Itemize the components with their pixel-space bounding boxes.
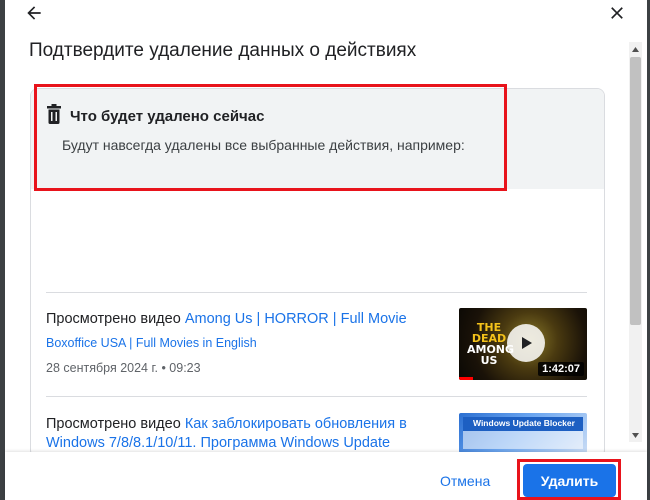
watch-progress-bar (459, 377, 473, 380)
delete-button[interactable]: Удалить (523, 464, 616, 497)
summary-description: Будут навсегда удалены все выбранные дей… (62, 137, 465, 153)
list-divider (46, 396, 587, 397)
close-icon (611, 7, 623, 19)
scroll-up-button[interactable] (629, 42, 642, 56)
activity-item-2-thumbnail[interactable]: Windows Update Blocker (459, 413, 587, 453)
activity-item-2-video-link[interactable]: Как заблокировать обновления в (185, 416, 407, 432)
thumbnail-1-text-4: US (480, 354, 498, 367)
arrow-back-icon (27, 6, 41, 20)
play-icon (522, 337, 532, 349)
play-button[interactable] (507, 324, 545, 362)
activity-item-2-prefix: Просмотрено видео (46, 416, 185, 432)
activity-item-1-channel-link[interactable]: Boxoffice USA | Full Movies in English (46, 336, 257, 350)
scrollbar-thumb[interactable] (630, 57, 641, 325)
activity-item-2-line: Просмотрено видео Как заблокировать обно… (46, 416, 407, 432)
dialog-title: Подтвердите удаление данных о действиях (29, 40, 417, 61)
video-duration: 1:42:07 (538, 362, 584, 376)
trash-icon (47, 104, 61, 124)
scroll-up-arrow-icon (632, 46, 639, 52)
activity-item-1-video-link[interactable]: Among Us | HORROR | Full Movie (185, 311, 407, 327)
activity-item-1-date: 28 сентября 2024 г. • 09:23 (46, 361, 201, 375)
activity-item-1-thumbnail[interactable]: THE DEAD AMONG US 1:42:07 (459, 308, 587, 380)
scroll-down-arrow-icon (632, 432, 639, 438)
back-button[interactable] (20, 0, 48, 26)
activity-item-1-prefix: Просмотрено видео (46, 311, 185, 327)
cancel-button[interactable]: Отмена (430, 468, 500, 494)
close-button[interactable] (603, 0, 631, 26)
list-divider (46, 292, 587, 293)
window-frame-left (0, 0, 5, 500)
summary-heading: Что будет удалено сейчас (70, 108, 265, 125)
activity-item-1-line: Просмотрено видео Among Us | HORROR | Fu… (46, 311, 407, 327)
thumbnail-2-title: Windows Update Blocker (473, 418, 575, 428)
activity-item-2-video-link-cont[interactable]: Windows 7/8/8.1/10/11. Программа Windows… (46, 435, 390, 451)
thumbnail-1-title-art: THE DEAD AMONG US (467, 322, 514, 367)
scroll-down-button[interactable] (629, 428, 642, 442)
